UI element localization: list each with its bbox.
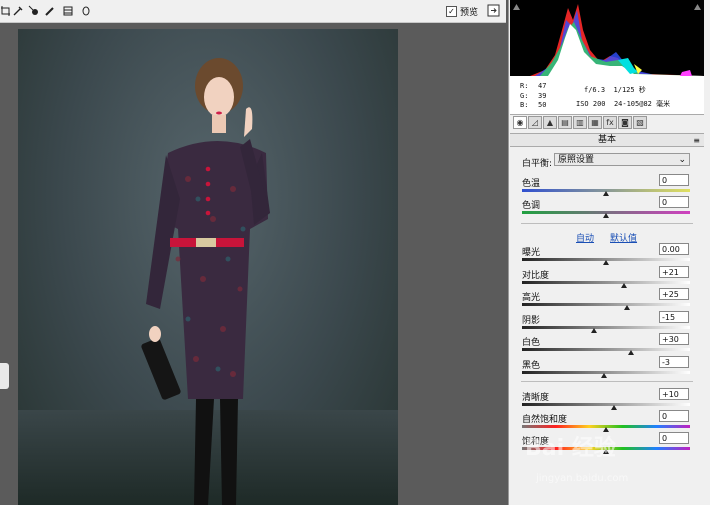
slider-value-input[interactable]: +10 <box>659 388 689 400</box>
slider-value-input[interactable]: 0 <box>659 174 689 186</box>
lens-value: 24-105@82 毫米 <box>613 100 671 108</box>
slider-thumb[interactable] <box>624 305 630 310</box>
panel-tabs: ◉ ◿ ▲ ▤ ▥ ▦ fx ◙ ▧ <box>510 116 704 132</box>
preview-checkbox[interactable]: ✓ <box>446 6 457 17</box>
white-balance-value: 原照设置 <box>558 155 595 165</box>
slider-value-input[interactable]: -15 <box>659 310 689 323</box>
tab-hsl-icon[interactable]: ▤ <box>558 116 572 129</box>
top-toolbar: ✓ 预览 <box>0 0 506 23</box>
tab-detail-icon[interactable]: ▲ <box>543 116 557 129</box>
watermark-logo: Bai 经验 <box>525 436 616 461</box>
tab-basic-icon[interactable]: ◉ <box>513 116 527 129</box>
slider-thumb[interactable] <box>591 327 598 333</box>
crop-icon[interactable] <box>0 5 12 17</box>
tab-tone-curve-icon[interactable]: ◿ <box>528 116 542 129</box>
slider-value-input[interactable]: 0 <box>659 432 689 444</box>
slider-value-input[interactable]: 0 <box>659 196 689 208</box>
slider-label: 对比度 <box>522 270 550 281</box>
slider-value-input[interactable]: 0.00 <box>659 243 689 255</box>
iso-value: ISO 200 <box>576 100 606 108</box>
panel-menu-icon[interactable]: ≡ <box>693 135 700 147</box>
slider-track[interactable] <box>522 348 690 351</box>
aperture-value: f/6.3 <box>584 86 606 94</box>
slider-value-input[interactable]: +21 <box>659 265 689 278</box>
slider-value-input[interactable]: 0 <box>659 410 689 422</box>
chevron-down-icon: ⌄ <box>678 155 686 165</box>
section-title: 基本 ≡ <box>510 133 704 147</box>
slider-thumb[interactable] <box>621 282 628 288</box>
eyedropper-icon[interactable] <box>12 5 24 17</box>
slider-label: 黑色 <box>522 360 541 371</box>
slider-label: 色调 <box>522 201 541 211</box>
slider-label: 白色 <box>522 338 541 348</box>
default-link[interactable]: 默认值 <box>610 231 637 244</box>
auto-default-links: 自动 默认值 <box>576 231 637 244</box>
shadow-clip-icon[interactable] <box>513 3 520 10</box>
r-label: R: <box>520 82 529 90</box>
auto-link[interactable]: 自动 <box>576 231 594 244</box>
shutter-value: 1/125 秒 <box>613 86 646 94</box>
slider-thumb[interactable] <box>603 213 609 218</box>
g-label: G: <box>520 91 529 100</box>
section-title-text: 基本 <box>597 135 616 145</box>
slider-track[interactable] <box>522 325 690 329</box>
slider-label: 自然饱和度 <box>522 415 568 425</box>
preview-label: 预览 <box>460 8 479 18</box>
tab-effects-icon[interactable]: fx <box>603 116 617 129</box>
slider-label: 阴影 <box>522 315 541 326</box>
slider-label: 清晰度 <box>522 393 550 403</box>
slider-label: 曝光 <box>522 248 541 258</box>
slider-track[interactable] <box>522 303 690 306</box>
fullscreen-icon[interactable] <box>487 4 500 17</box>
slider-value-input[interactable]: -3 <box>659 355 689 368</box>
target-adjust-icon[interactable] <box>28 5 40 17</box>
watermark-url: jingyan.baidu.com <box>536 473 629 484</box>
tab-lens-icon[interactable]: ▦ <box>588 116 602 129</box>
slider-thumb[interactable] <box>603 260 609 265</box>
b-label: B: <box>520 101 529 109</box>
model-figure <box>141 58 270 505</box>
divider <box>521 381 693 382</box>
slider-thumb[interactable] <box>601 372 608 378</box>
slider-track[interactable] <box>522 403 690 406</box>
tab-camera-calibration-icon[interactable]: ◙ <box>618 116 632 129</box>
g-value: 39 <box>538 91 547 100</box>
stack-icon[interactable] <box>62 5 74 17</box>
circle-icon[interactable] <box>80 5 92 17</box>
slider-track[interactable] <box>522 280 690 284</box>
slider-thumb[interactable] <box>603 191 609 196</box>
histogram <box>510 0 704 76</box>
photo-preview[interactable] <box>18 29 398 505</box>
preview-toggle[interactable]: ✓ 预览 <box>446 5 478 18</box>
slider-value-input[interactable]: +25 <box>659 288 689 300</box>
divider <box>521 223 693 224</box>
camera-info: R: 47 G: 39 B: 50 f/6.3 1/125 秒 ISO 200 24-… <box>510 76 704 115</box>
b-value: 50 <box>538 101 547 109</box>
tab-split-toning-icon[interactable]: ▥ <box>573 116 587 129</box>
slider-label: 高光 <box>522 293 541 303</box>
brush-icon[interactable] <box>44 5 56 17</box>
slider-value-input[interactable]: +30 <box>659 333 689 345</box>
tab-presets-icon[interactable]: ▧ <box>633 116 647 129</box>
slider-label: 色温 <box>522 179 541 189</box>
white-balance-select[interactable]: 原照设置 ⌄ <box>554 153 690 166</box>
image-canvas[interactable] <box>0 23 506 505</box>
slider-thumb[interactable] <box>628 350 635 355</box>
highlight-clip-icon[interactable] <box>694 3 701 10</box>
r-value: 47 <box>538 82 547 90</box>
white-balance-label: 白平衡: <box>522 159 553 169</box>
slider-thumb[interactable] <box>611 405 618 410</box>
filmstrip-toggle[interactable] <box>0 363 9 389</box>
